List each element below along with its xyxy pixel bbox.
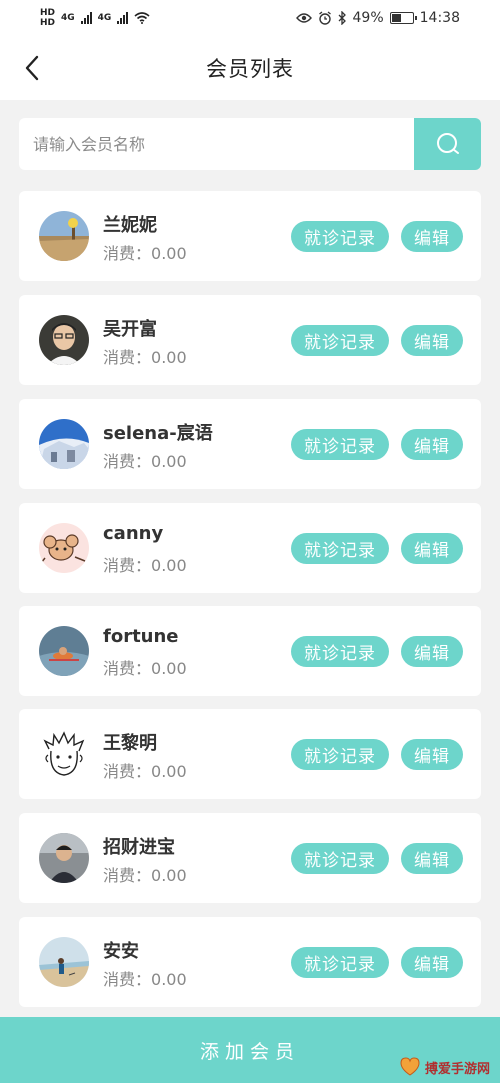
edit-button[interactable]: 编辑 — [401, 739, 463, 770]
member-card[interactable]: selena-宸语 消费：0.00 就诊记录 编辑 — [19, 399, 481, 489]
status-bar: HD HD 4G 4G 49% 14:38 — [0, 0, 500, 36]
network-type: 4G — [61, 13, 75, 23]
edit-button[interactable]: 编辑 — [401, 843, 463, 874]
search-button[interactable] — [414, 118, 481, 170]
watermark: 搏爱手游网 — [399, 1057, 490, 1077]
member-spend: 消费：0.00 — [103, 862, 187, 886]
visit-records-button[interactable]: 就诊记录 — [291, 429, 389, 460]
member-spend: 消费：0.00 — [103, 240, 187, 264]
visit-records-button[interactable]: 就诊记录 — [291, 739, 389, 770]
spend-value: 0.00 — [151, 244, 187, 263]
back-button[interactable] — [14, 50, 50, 86]
edit-button[interactable]: 编辑 — [401, 325, 463, 356]
spend-label: 消费： — [103, 866, 152, 885]
member-card[interactable]: fortune 消费：0.00 就诊记录 编辑 — [19, 606, 481, 696]
member-spend: 消费：0.00 — [103, 552, 187, 576]
edit-button[interactable]: 编辑 — [401, 533, 463, 564]
hd-label: HD — [40, 18, 56, 28]
member-name: 王黎明 — [103, 733, 157, 754]
member-name: canny — [103, 523, 164, 544]
watermark-logo-icon — [400, 1057, 420, 1076]
network-type: 4G — [97, 13, 112, 23]
avatar — [39, 937, 89, 987]
spend-label: 消费： — [103, 556, 152, 575]
member-card[interactable]: 兰妮妮 消费：0.00 就诊记录 编辑 — [19, 191, 481, 281]
bluetooth-icon — [338, 11, 346, 25]
search-icon — [436, 133, 459, 154]
avatar — [39, 523, 89, 573]
search-bar — [19, 118, 481, 170]
chevron-left-icon — [25, 55, 39, 81]
spend-label: 消费： — [103, 244, 152, 263]
spend-value: 0.00 — [151, 762, 187, 781]
visit-records-button[interactable]: 就诊记录 — [291, 221, 389, 252]
member-card[interactable]: 王黎明 消费：0.00 就诊记录 编辑 — [19, 709, 481, 799]
visit-records-button[interactable]: 就诊记录 — [291, 947, 389, 978]
edit-button[interactable]: 编辑 — [401, 221, 463, 252]
spend-label: 消费： — [103, 762, 152, 781]
member-card[interactable]: 招财进宝 消费：0.00 就诊记录 编辑 — [19, 813, 481, 903]
member-name: 兰妮妮 — [103, 215, 157, 236]
spend-label: 消费： — [103, 452, 152, 471]
member-spend: 消费：0.00 — [103, 758, 187, 782]
watermark-text: 搏爱手游网 — [424, 1061, 490, 1077]
edit-button[interactable]: 编辑 — [401, 947, 463, 978]
edit-button[interactable]: 编辑 — [401, 429, 463, 460]
header: 会员列表 — [0, 36, 500, 100]
avatar — [39, 315, 89, 365]
visit-records-button[interactable]: 就诊记录 — [291, 325, 389, 356]
avatar — [39, 833, 89, 883]
member-spend: 消费：0.00 — [103, 655, 187, 679]
edit-button[interactable]: 编辑 — [401, 636, 463, 667]
visit-records-button[interactable]: 就诊记录 — [291, 843, 389, 874]
battery-icon — [389, 12, 417, 24]
avatar — [39, 211, 89, 261]
eye-icon — [295, 13, 312, 23]
spend-value: 0.00 — [151, 452, 187, 471]
member-card[interactable]: canny 消费：0.00 就诊记录 编辑 — [19, 503, 481, 593]
member-spend: 消费：0.00 — [103, 966, 187, 990]
hd-indicator: HD HD — [40, 8, 55, 28]
status-left: HD HD 4G 4G — [40, 8, 150, 28]
spend-label: 消费： — [103, 970, 152, 989]
avatar — [39, 626, 89, 676]
spend-value: 0.00 — [151, 970, 187, 989]
visit-records-button[interactable]: 就诊记录 — [291, 636, 389, 667]
spend-value: 0.00 — [151, 866, 187, 885]
spend-value: 0.00 — [151, 348, 187, 367]
avatar — [39, 419, 89, 469]
status-right: 49% 14:38 — [295, 10, 460, 26]
battery-percent: 49% — [352, 10, 384, 26]
member-name: fortune — [103, 626, 179, 647]
search-input[interactable] — [19, 118, 414, 170]
wifi-icon — [134, 12, 150, 24]
hd-label: HD — [40, 8, 56, 18]
signal-icon — [80, 12, 92, 24]
clock: 14:38 — [419, 10, 460, 26]
member-spend: 消费：0.00 — [103, 344, 187, 368]
member-name: selena-宸语 — [103, 423, 213, 444]
member-spend: 消费：0.00 — [103, 448, 187, 472]
visit-records-button[interactable]: 就诊记录 — [291, 533, 389, 564]
page-title: 会员列表 — [206, 57, 294, 81]
spend-label: 消费： — [103, 659, 152, 678]
spend-label: 消费： — [103, 348, 152, 367]
spend-value: 0.00 — [151, 659, 187, 678]
member-card[interactable]: 安安 消费：0.00 就诊记录 编辑 — [19, 917, 481, 1007]
member-name: 安安 — [103, 941, 139, 962]
alarm-icon — [318, 11, 331, 25]
spend-value: 0.00 — [151, 556, 187, 575]
member-name: 吴开富 — [103, 319, 157, 340]
signal-icon — [117, 12, 129, 24]
member-card[interactable]: 吴开富 消费：0.00 就诊记录 编辑 — [19, 295, 481, 385]
member-name: 招财进宝 — [103, 837, 175, 858]
avatar — [39, 729, 89, 779]
